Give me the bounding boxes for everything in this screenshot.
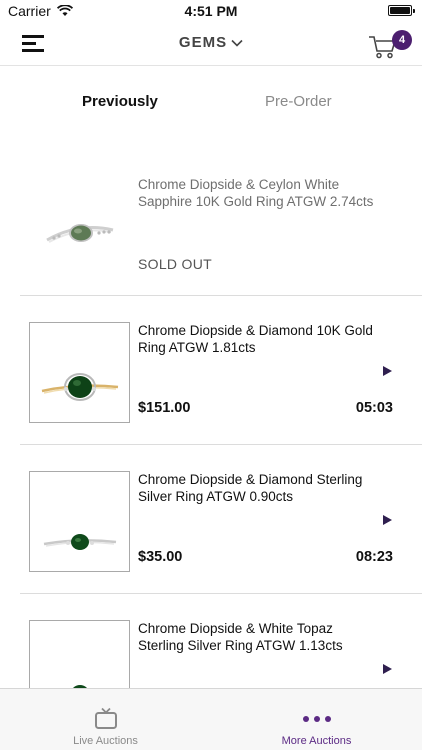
category-dropdown[interactable]: GEMS: [0, 34, 422, 51]
status-bar: Carrier 4:51 PM: [0, 0, 422, 22]
list-item[interactable]: Chrome Diopside & Diamond Sterling Silve…: [0, 445, 422, 594]
more-icon: [303, 716, 331, 722]
item-title: Chrome Diopside & Ceylon White Sapphire …: [138, 177, 374, 209]
tab-more-auctions-label: More Auctions: [281, 735, 352, 747]
item-timer: 05:03: [355, 400, 393, 416]
auction-list: Chrome Diopside & Ceylon White Sapphire …: [0, 150, 422, 743]
cart-button[interactable]: 4: [368, 30, 412, 60]
item-title: Chrome Diopside & White Topaz Sterling S…: [138, 621, 343, 653]
item-price: $151.00: [138, 400, 191, 416]
product-image: [29, 471, 130, 572]
category-title: GEMS: [178, 34, 228, 51]
list-item[interactable]: Chrome Diopside & Diamond 10K Gold Ring …: [0, 296, 422, 445]
clock: 4:51 PM: [184, 3, 238, 19]
tab-live-auctions[interactable]: Live Auctions: [0, 689, 211, 750]
tab-live-auctions-label: Live Auctions: [73, 735, 138, 747]
tab-more-auctions[interactable]: More Auctions: [211, 689, 422, 750]
tab-pre-order[interactable]: Pre-Order: [265, 93, 332, 110]
list-item[interactable]: Chrome Diopside & Ceylon White Sapphire …: [0, 150, 422, 296]
play-icon[interactable]: [383, 515, 392, 525]
auction-tabs: Previously Pre-Order: [0, 66, 422, 138]
tv-icon: [95, 707, 117, 729]
product-image: [29, 172, 130, 273]
nav-bar: GEMS 4: [0, 22, 422, 66]
cart-count-badge: 4: [392, 30, 412, 50]
item-title: Chrome Diopside & Diamond Sterling Silve…: [138, 472, 363, 504]
bottom-tab-bar: Live Auctions More Auctions: [0, 688, 422, 750]
play-icon[interactable]: [383, 664, 392, 674]
sold-out-label: SOLD OUT: [138, 256, 212, 272]
tab-previously[interactable]: Previously: [82, 93, 158, 110]
battery-icon: [388, 5, 415, 16]
item-title: Chrome Diopside & Diamond 10K Gold Ring …: [138, 323, 373, 355]
product-image: [29, 322, 130, 423]
item-price: $35.00: [138, 549, 183, 565]
chevron-down-icon: [231, 39, 243, 47]
item-timer: 08:23: [355, 549, 393, 565]
play-icon[interactable]: [383, 366, 392, 376]
